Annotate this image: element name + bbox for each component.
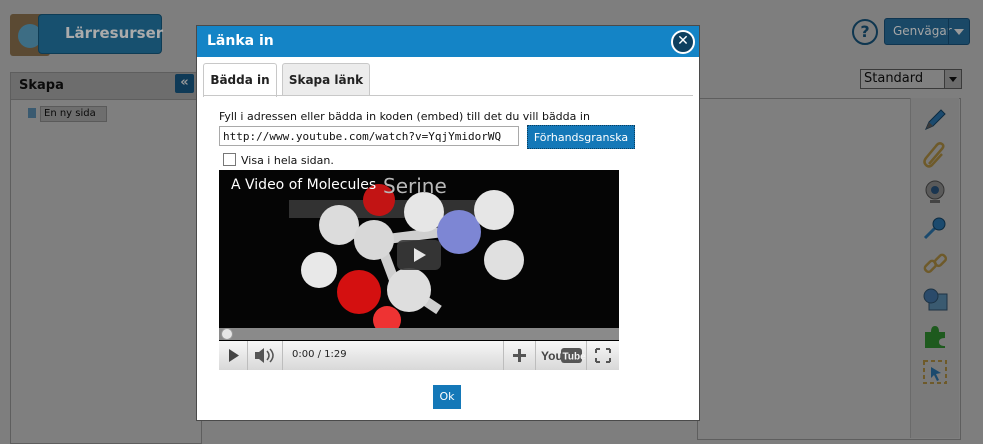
embed-dialog: Länka in ✕ Bädda in Skapa länk Fyll i ad… bbox=[196, 25, 700, 421]
view-select-value: Standard bbox=[864, 71, 924, 86]
logo-text: Lärresurser bbox=[65, 24, 164, 42]
paperclip-icon[interactable] bbox=[921, 142, 949, 170]
youtube-logo-you: You bbox=[541, 349, 563, 363]
microphone-icon[interactable] bbox=[921, 214, 949, 242]
youtube-logo[interactable]: You Tube bbox=[535, 341, 587, 370]
fullpage-checkbox[interactable] bbox=[223, 153, 236, 166]
chevron-down-icon bbox=[948, 19, 969, 44]
chain-link-icon[interactable] bbox=[921, 250, 949, 278]
webcam-icon[interactable] bbox=[921, 178, 949, 206]
chevron-down-icon bbox=[944, 70, 961, 88]
embed-url-input[interactable]: http://www.youtube.com/watch?v=YqjYmidor… bbox=[219, 126, 519, 146]
create-panel: Skapa bbox=[10, 72, 202, 444]
view-select[interactable]: Standard bbox=[860, 69, 962, 89]
pencil-icon[interactable] bbox=[921, 106, 949, 134]
dialog-title: Länka in bbox=[207, 33, 274, 49]
close-icon[interactable]: ✕ bbox=[671, 30, 695, 54]
shortcuts-dropdown[interactable]: Genvägar bbox=[884, 18, 970, 45]
video-time: 0:00 / 1:29 bbox=[292, 349, 347, 360]
preview-button[interactable]: Förhandsgranska bbox=[527, 125, 635, 149]
video-controls: 0:00 / 1:29 You Tube bbox=[219, 341, 619, 370]
create-panel-title: Skapa bbox=[19, 78, 64, 93]
help-icon[interactable]: ? bbox=[852, 19, 878, 45]
logo-banner: Lärresurser bbox=[38, 14, 164, 54]
progress-knob[interactable] bbox=[221, 328, 233, 340]
video-preview[interactable]: A Video of Molecules Serine 0:00 / 1:29 … bbox=[219, 170, 619, 370]
tool-sidebar bbox=[910, 98, 959, 438]
tab-create-link[interactable]: Skapa länk bbox=[282, 63, 370, 96]
dialog-titlebar: Länka in ✕ bbox=[197, 26, 699, 57]
play-overlay-icon[interactable] bbox=[397, 240, 441, 270]
play-icon[interactable] bbox=[219, 341, 248, 370]
video-progress-bar[interactable] bbox=[219, 328, 619, 340]
image-icon[interactable] bbox=[921, 286, 949, 314]
video-title: A Video of Molecules bbox=[231, 177, 377, 193]
ok-button[interactable]: Ok bbox=[433, 385, 461, 409]
page-icon bbox=[28, 108, 36, 118]
embed-instruction: Fyll i adressen eller bädda in koden (em… bbox=[219, 110, 590, 123]
fullpage-checkbox-label: Visa i hela sidan. bbox=[241, 154, 334, 167]
tab-divider bbox=[203, 95, 693, 96]
shortcuts-label: Genvägar bbox=[893, 24, 952, 38]
volume-icon[interactable] bbox=[248, 341, 283, 370]
fullscreen-icon[interactable] bbox=[587, 341, 619, 370]
add-icon[interactable] bbox=[503, 341, 536, 370]
video-overlay-text: Serine bbox=[383, 174, 447, 198]
app-logo[interactable]: Lärresurser bbox=[8, 10, 164, 56]
page-item-label: En ny sida bbox=[40, 106, 107, 122]
create-panel-header: Skapa bbox=[11, 73, 201, 100]
tab-embed[interactable]: Bädda in bbox=[203, 63, 277, 97]
youtube-logo-tube: Tube bbox=[563, 352, 587, 363]
collapse-panel-icon[interactable]: « bbox=[175, 74, 194, 93]
puzzle-piece-icon[interactable] bbox=[921, 322, 949, 350]
selection-icon[interactable] bbox=[921, 358, 949, 386]
